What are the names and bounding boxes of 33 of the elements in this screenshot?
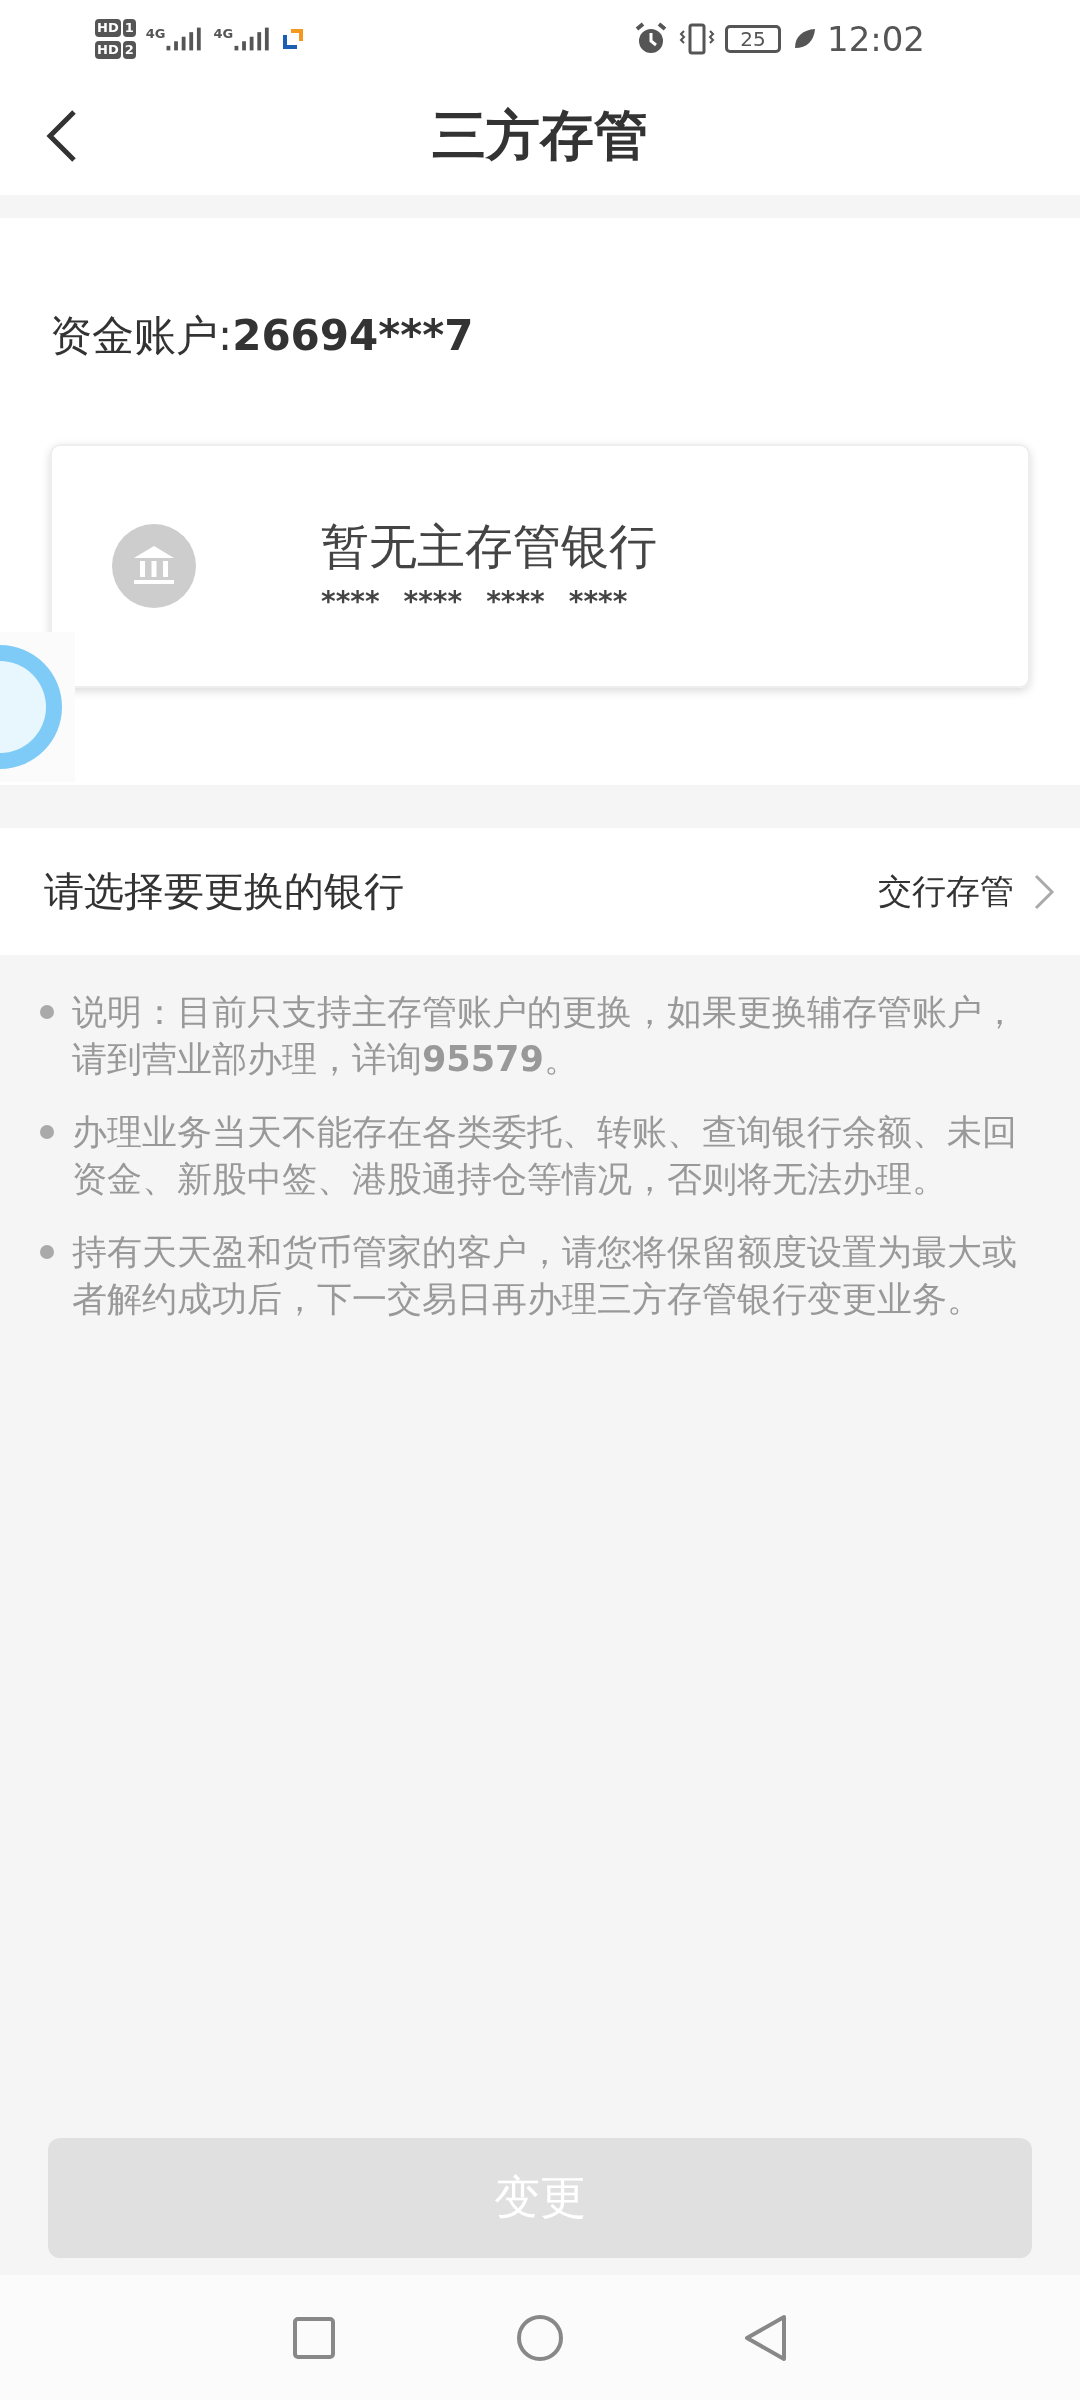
account-label: 资金账户: (50, 310, 233, 362)
bullet-icon (40, 1125, 54, 1139)
bullet-icon (40, 1005, 54, 1019)
sim-badge: HD (95, 19, 121, 37)
sim-slot: 2 (122, 41, 136, 59)
bank-icon (112, 524, 196, 608)
signal-icon (165, 26, 204, 52)
card-number-group: **** (568, 584, 628, 618)
note-text: 办理业务当天不能存在各类委托、转账、查询银行余额、未回资金、新股中签、港股通持仓等情况，否则将无法办理。 (72, 1111, 1018, 1201)
account-number: 26694***7 (232, 311, 474, 360)
home-icon[interactable] (516, 2313, 564, 2362)
bank-select-row[interactable]: 请选择要更换的银行 交行存管 (0, 828, 1080, 955)
vibrate-icon (679, 21, 715, 57)
card-number-group: **** (321, 584, 380, 618)
network-type: 4G (213, 26, 234, 41)
sim-slot: 1 (122, 19, 136, 37)
selected-bank: 交行存管 (878, 869, 1014, 913)
signal-icon (233, 26, 272, 52)
battery-icon: 25 (725, 25, 781, 53)
sim-badge: HD (95, 41, 121, 59)
back-nav-icon[interactable] (744, 2313, 788, 2362)
note-text: 说明：目前只支持主存管账户的更换，如果更换辅存管账户，请到营业部办理，详询95579。 (72, 991, 1018, 1081)
network-type: 4G (145, 26, 166, 41)
clock-time: 12:02 (827, 19, 925, 59)
card-number-group: **** (486, 584, 545, 618)
note-text: 持有天天盈和货币管家的客户，请您将保留额度设置为最大或者解约成功后，下一交易日再办理三方存管银行变更业务。 (72, 1231, 1018, 1321)
page-title: 三方存管 (432, 103, 648, 169)
bank-name: 暂无主存管银行 (321, 516, 657, 576)
app-icon (281, 27, 306, 51)
recent-apps-icon[interactable] (292, 2315, 336, 2360)
card-number-group: **** (403, 584, 463, 618)
select-label: 请选择要更换的银行 (44, 867, 404, 916)
bullet-icon (40, 1245, 54, 1259)
